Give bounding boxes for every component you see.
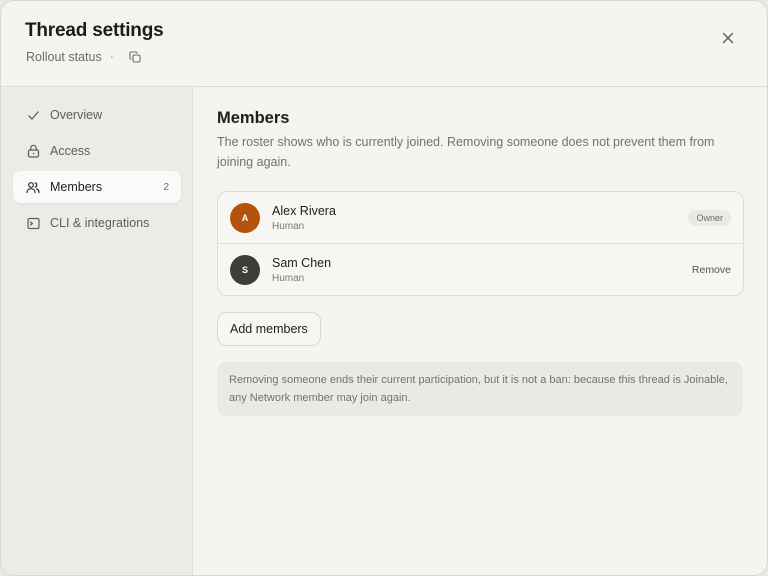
member-type: Human	[272, 272, 305, 284]
sidebar-item-members[interactable]: Members 2	[13, 171, 181, 203]
avatar: S	[230, 254, 260, 285]
removal-info-note: Removing someone ends their current part…	[217, 362, 743, 416]
sidebar-item-cli-integrations[interactable]: CLI & integrations	[13, 207, 181, 239]
section-description: The roster shows who is currently joined…	[217, 135, 715, 169]
section-title: Members	[217, 109, 290, 127]
subtitle-separator: ·	[109, 50, 114, 64]
members-panel: Members The roster shows who is currentl…	[193, 87, 767, 575]
add-members-button[interactable]: Add members	[217, 312, 321, 346]
member-name: Alex Rivera	[272, 203, 336, 218]
close-icon[interactable]	[717, 27, 739, 49]
sidebar-item-label: Members	[50, 180, 103, 194]
member-info: Alex Rivera Human	[272, 204, 336, 232]
dialog-title: Thread settings	[25, 20, 164, 41]
member-info: Sam Chen Human	[272, 256, 331, 284]
avatar: A	[230, 202, 260, 233]
member-type: Human	[272, 220, 305, 232]
terminal-icon	[25, 215, 41, 231]
sidebar-item-label: CLI & integrations	[50, 216, 150, 230]
lock-icon	[25, 143, 41, 159]
member-count-badge: 2	[163, 181, 169, 193]
owner-badge: Owner	[688, 209, 731, 226]
remove-member-button[interactable]: Remove	[692, 264, 731, 276]
members-list: A Alex Rivera Human Owner S Sam Chen Hum…	[217, 191, 744, 296]
thread-settings-dialog: Thread settings Rollout status · Overvie…	[0, 0, 768, 576]
sidebar-item-access[interactable]: Access	[13, 135, 181, 167]
sidebar-item-label: Overview	[50, 108, 103, 122]
sidebar-item-overview[interactable]: Overview	[13, 99, 181, 131]
check-icon	[25, 107, 41, 123]
dialog-header: Thread settings Rollout status ·	[1, 1, 767, 87]
copy-icon[interactable]	[126, 48, 144, 66]
users-icon	[25, 179, 41, 195]
subtitle-row: Rollout status ·	[26, 48, 144, 66]
member-row: S Sam Chen Human Remove	[218, 243, 743, 295]
member-name: Sam Chen	[272, 255, 332, 270]
subtitle-text: Rollout status	[26, 50, 102, 64]
member-row: A Alex Rivera Human Owner	[218, 192, 743, 243]
sidebar-item-label: Access	[50, 144, 91, 158]
settings-sidebar: Overview Access Members 2 CLI & integrat…	[1, 87, 193, 575]
